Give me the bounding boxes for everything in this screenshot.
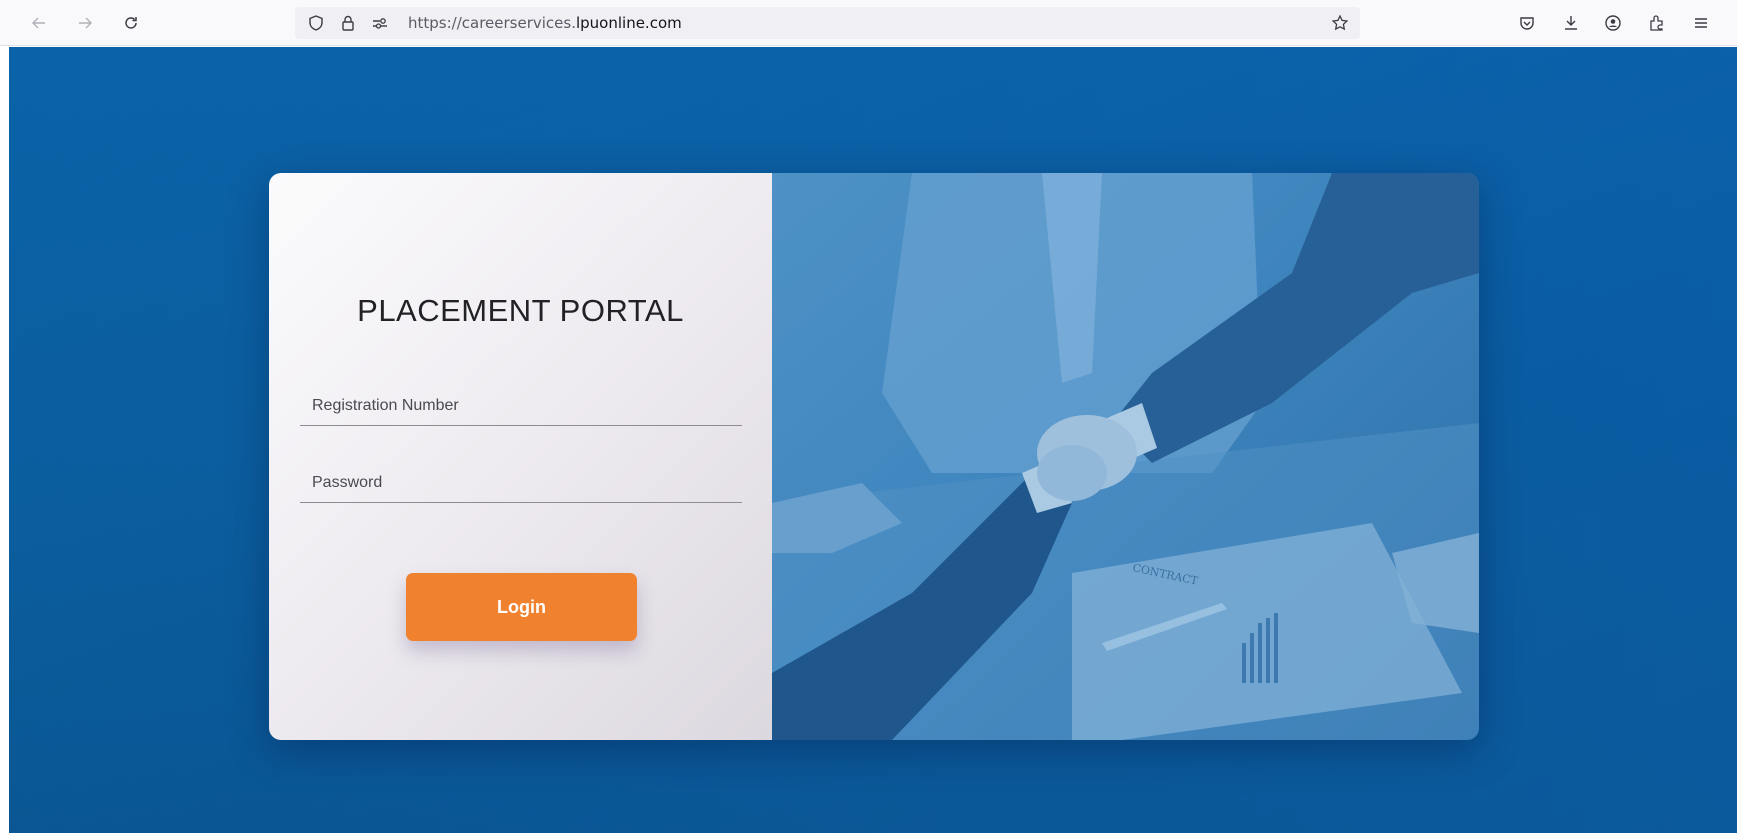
account-icon[interactable] bbox=[1598, 8, 1628, 38]
reload-icon[interactable] bbox=[116, 8, 146, 38]
login-card: PLACEMENT PORTAL Login CONTRACT bbox=[269, 173, 1479, 740]
registration-number-input[interactable] bbox=[300, 386, 742, 425]
extensions-icon[interactable] bbox=[1642, 8, 1672, 38]
back-arrow-icon[interactable] bbox=[24, 8, 54, 38]
menu-icon[interactable] bbox=[1686, 8, 1716, 38]
lock-icon[interactable] bbox=[339, 14, 357, 32]
url-bar[interactable]: https://careerservices.lpuonline.com bbox=[295, 7, 1360, 39]
page-title: PLACEMENT PORTAL bbox=[357, 293, 684, 328]
login-panel: PLACEMENT PORTAL Login bbox=[269, 173, 772, 740]
handshake-illustration: CONTRACT bbox=[772, 173, 1479, 740]
browser-toolbar: https://careerservices.lpuonline.com bbox=[0, 0, 1737, 46]
password-field[interactable] bbox=[300, 463, 742, 503]
window-edge bbox=[0, 47, 9, 833]
shield-icon[interactable] bbox=[307, 14, 325, 32]
password-input[interactable] bbox=[300, 463, 742, 502]
pocket-icon[interactable] bbox=[1512, 8, 1542, 38]
url-text[interactable]: https://careerservices.lpuonline.com bbox=[408, 14, 682, 32]
permissions-icon[interactable] bbox=[371, 14, 389, 32]
hero-image: CONTRACT bbox=[772, 173, 1479, 740]
download-icon[interactable] bbox=[1556, 8, 1586, 38]
forward-arrow-icon[interactable] bbox=[70, 8, 100, 38]
registration-number-field[interactable] bbox=[300, 386, 742, 426]
bookmark-star-icon[interactable] bbox=[1325, 8, 1355, 38]
url-domain: lpuonline.com bbox=[575, 14, 682, 32]
url-prefix: https://careerservices. bbox=[408, 14, 576, 32]
login-button[interactable]: Login bbox=[406, 573, 637, 641]
